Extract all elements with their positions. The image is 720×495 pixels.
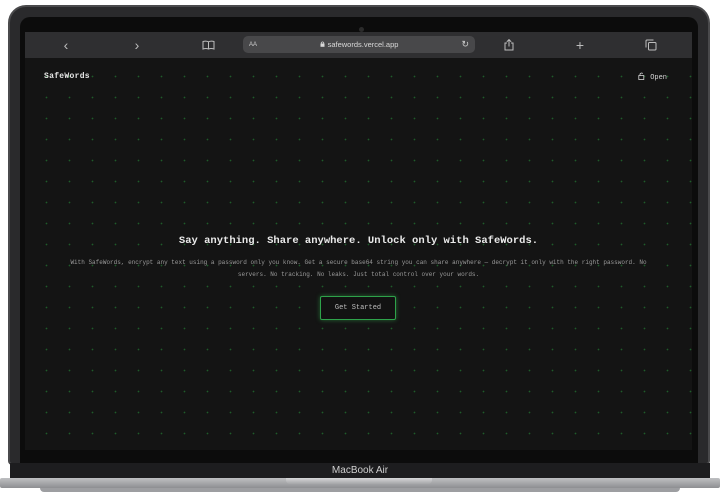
share-icon (504, 39, 514, 51)
get-started-button[interactable]: Get Started (320, 296, 396, 320)
browser-toolbar: ‹ › AA safewords.vercel.app ↻ + (25, 32, 692, 58)
web-page: SafeWords Open Say anything. Share anywh… (25, 58, 692, 450)
tabs-icon (645, 39, 657, 51)
base-foot (40, 488, 680, 492)
lock-icon (320, 41, 325, 47)
bookmarks-button[interactable] (197, 35, 219, 55)
chevron-right-icon: › (134, 37, 140, 53)
hero-headline: Say anything. Share anywhere. Unlock onl… (178, 235, 539, 247)
reload-icon[interactable]: ↻ (461, 39, 469, 50)
plus-icon: + (575, 37, 585, 53)
laptop-base: MacBook Air (0, 463, 720, 495)
tabs-overview-button[interactable] (640, 35, 662, 55)
opening-notch (286, 478, 432, 484)
forward-button[interactable]: › (126, 35, 148, 55)
chevron-left-icon: ‹ (63, 37, 69, 53)
url-text-wrap: safewords.vercel.app (243, 40, 475, 49)
hero-subtext: With SafeWords, encrypt any text using a… (70, 259, 647, 278)
site-logo[interactable]: SafeWords (44, 72, 90, 81)
screen: ‹ › AA safewords.vercel.app ↻ + SafeWord… (25, 32, 692, 450)
model-label: MacBook Air (331, 465, 389, 476)
open-link[interactable]: Open (638, 72, 667, 83)
address-bar[interactable]: AA safewords.vercel.app ↻ (243, 36, 475, 53)
new-tab-button[interactable]: + (569, 35, 591, 55)
open-label: Open (650, 73, 667, 82)
book-icon (202, 40, 214, 50)
share-button[interactable] (498, 35, 520, 55)
lock-open-icon (638, 72, 645, 83)
back-button[interactable]: ‹ (55, 35, 77, 55)
url-text: safewords.vercel.app (327, 40, 399, 49)
